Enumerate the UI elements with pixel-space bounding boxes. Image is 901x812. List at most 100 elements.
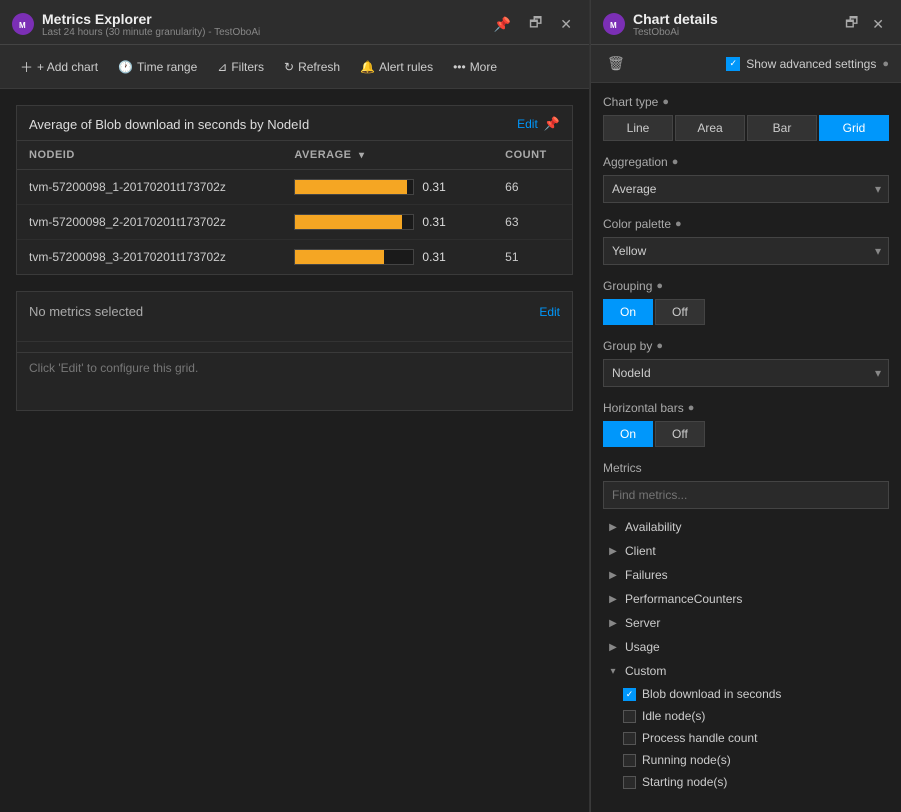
bar-value: 0.31 [422,180,445,194]
chart2-edit-button[interactable]: Edit [539,305,560,319]
aggregation-label: Aggregation ● [603,155,889,169]
time-range-button[interactable]: 🕐 Time range [110,56,205,78]
chart-type-grid[interactable]: Grid [819,115,889,141]
refresh-button[interactable]: ↻ Refresh [276,56,348,78]
metric-checkbox[interactable] [623,710,636,723]
col-count: COUNT [493,141,572,170]
horizontal-bars-off-button[interactable]: Off [655,421,705,447]
tree-item[interactable]: ▶PerformanceCounters [603,587,889,611]
chart-type-section: Chart type ● Line Area Bar Grid [603,95,889,141]
app-icon: M [12,13,34,35]
advanced-settings-checkbox[interactable]: ✓ [726,57,740,71]
group-by-label: Group by ● [603,339,889,353]
color-palette-select[interactable]: Yellow Blue Green Red [603,237,889,265]
right-maximize-button[interactable]: 🗗 [840,10,863,38]
metric-checkbox[interactable] [623,754,636,767]
bar-track [294,249,414,265]
close-button[interactable]: ✕ [555,14,577,35]
right-title-bar: M Chart details TestOboAi 🗗 ✕ [591,0,901,45]
tree-category-label: PerformanceCounters [625,592,742,606]
aggregation-section: Aggregation ● Average Count Sum Min Max [603,155,889,203]
bar-track [294,179,414,195]
metric-checkbox[interactable] [623,776,636,789]
metric-label: Running node(s) [642,753,731,767]
right-win-btns: 🗗 ✕ [840,10,889,38]
chart-type-label: Chart type ● [603,95,889,109]
alert-rules-button[interactable]: 🔔 Alert rules [352,56,441,78]
horizontal-bars-on-button[interactable]: On [603,421,653,447]
left-content: Average of Blob download in seconds by N… [0,89,589,812]
cell-nodeid: tvm-57200098_1-20170201t173702z [17,170,282,205]
cell-average: 0.31 [282,240,493,275]
chart-type-bar[interactable]: Bar [747,115,817,141]
table-row: tvm-57200098_3-20170201t173702z 0.31 51 [17,240,572,275]
aggregation-select[interactable]: Average Count Sum Min Max [603,175,889,203]
horizontal-bars-section: Horizontal bars ● On Off [603,401,889,447]
tree-item[interactable]: ▶Availability [603,515,889,539]
aggregation-dropdown-wrapper: Average Count Sum Min Max [603,175,889,203]
metric-checkbox-item[interactable]: Starting node(s) [619,771,889,793]
cell-average: 0.31 [282,170,493,205]
chart-type-area[interactable]: Area [675,115,745,141]
add-icon: ＋ [20,57,33,76]
chart-type-line[interactable]: Line [603,115,673,141]
refresh-icon: ↻ [284,60,294,74]
metric-label: Blob download in seconds [642,687,781,701]
horizontal-bars-label: Horizontal bars ● [603,401,889,415]
chart1-edit-button[interactable]: Edit [517,117,538,131]
tree-category-label: Availability [625,520,681,534]
title-bar-left: M Metrics Explorer Last 24 hours (30 min… [12,11,260,38]
right-subtitle: TestOboAi [633,27,718,38]
app-subtitle: Last 24 hours (30 minute granularity) - … [42,27,260,38]
refresh-label: Refresh [298,60,340,74]
right-title-info: Chart details TestOboAi [633,11,718,38]
color-palette-help-icon: ● [675,218,682,230]
tree-item[interactable]: ▶Server [603,611,889,635]
add-chart-button[interactable]: ＋ + Add chart [12,53,106,80]
col-average[interactable]: AVERAGE ▾ [282,141,493,170]
right-title: Chart details [633,11,718,27]
metrics-search-input[interactable] [603,481,889,509]
cell-nodeid: tvm-57200098_2-20170201t173702z [17,205,282,240]
right-close-button[interactable]: ✕ [867,10,889,38]
cell-nodeid: tvm-57200098_3-20170201t173702z [17,240,282,275]
cell-count: 63 [493,205,572,240]
metric-checkbox[interactable]: ✓ [623,688,636,701]
filter-icon: ⊿ [217,60,227,74]
metric-checkbox-item[interactable]: ✓ Blob download in seconds [619,683,889,705]
tree-category-label: Server [625,616,660,630]
metrics-settings-label: Metrics [603,461,889,475]
filters-button[interactable]: ⊿ Filters [209,56,272,78]
tree-item[interactable]: ▾Custom [603,659,889,683]
pin-button[interactable]: 📌 [489,14,516,35]
grouping-help-icon: ● [656,280,663,292]
tree-children: ✓ Blob download in seconds Idle node(s) … [603,683,889,793]
sort-arrow-icon: ▾ [359,150,365,161]
delete-button[interactable]: 🗑 [603,51,629,76]
metric-checkbox-item[interactable]: Running node(s) [619,749,889,771]
tree-arrow-icon: ▶ [607,570,619,581]
chart-type-buttons: Line Area Bar Grid [603,115,889,141]
maximize-button[interactable]: 🗗 [524,10,547,38]
tree-item[interactable]: ▶ Failures [603,563,889,587]
grouping-on-button[interactable]: On [603,299,653,325]
tree-arrow-icon: ▾ [607,666,619,677]
metrics-header: No metrics selected Edit [17,292,572,331]
bar-value: 0.31 [422,250,445,264]
group-by-select[interactable]: NodeId Role Region [603,359,889,387]
grouping-off-button[interactable]: Off [655,299,705,325]
metric-checkbox-item[interactable]: Process handle count [619,727,889,749]
more-button[interactable]: ••• More [445,56,505,78]
advanced-settings: ✓ Show advanced settings ● [726,57,889,71]
tree-item[interactable]: ▶Usage [603,635,889,659]
svg-text:M: M [19,21,26,30]
right-title-left: M Chart details TestOboAi [603,11,718,38]
metric-checkbox[interactable] [623,732,636,745]
chart1-table: NODEID AVERAGE ▾ COUNT tvm-57200098_1-20… [17,141,572,274]
config-hint-text: Click 'Edit' to configure this grid. [29,361,198,375]
tree-category-label: Failures [625,568,668,582]
metrics-settings-label-text: Metrics [603,461,642,475]
tree-category-label: Client [625,544,656,558]
tree-item[interactable]: ▶Client [603,539,889,563]
metric-checkbox-item[interactable]: Idle node(s) [619,705,889,727]
